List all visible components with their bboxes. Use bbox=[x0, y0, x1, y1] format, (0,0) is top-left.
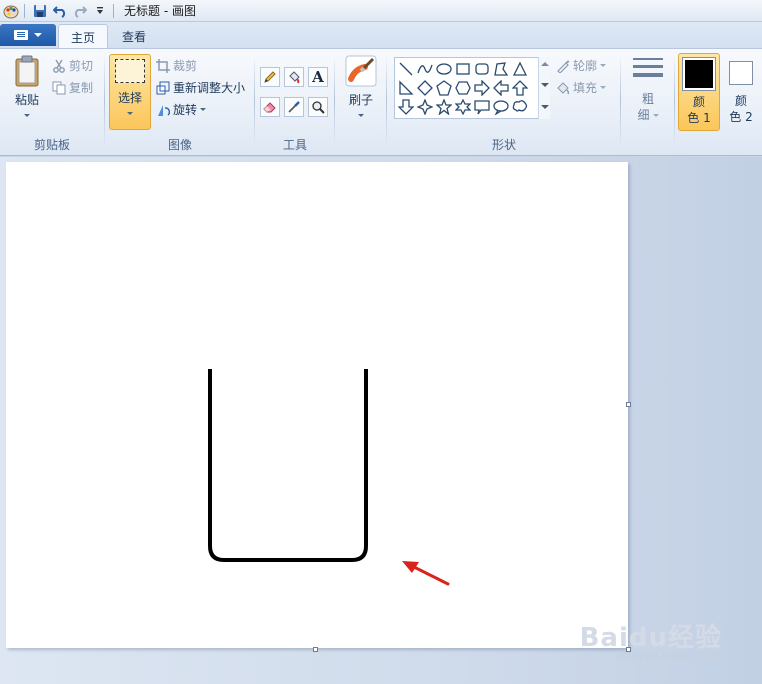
chevron-down-icon bbox=[34, 33, 42, 37]
watermark-url: jingyan.baidu.com bbox=[618, 649, 720, 662]
four-point-star-shape-icon[interactable] bbox=[416, 98, 434, 116]
canvas-workspace: Baidu经验 jingyan.baidu.com bbox=[0, 157, 762, 684]
color1-swatch bbox=[682, 57, 716, 91]
size-button[interactable]: 粗 细 bbox=[628, 55, 668, 123]
oval-shape-icon[interactable] bbox=[435, 60, 453, 78]
hexagon-shape-icon[interactable] bbox=[454, 79, 472, 97]
outline-label: 轮廓 bbox=[573, 59, 598, 73]
ribbon: 粘贴 剪切 复制 剪贴板 选择 裁剪 重新调整大小 旋转 图像 A 工具 刷子 … bbox=[0, 48, 762, 156]
oval-callout-shape-icon[interactable] bbox=[492, 98, 510, 116]
right-triangle-shape-icon[interactable] bbox=[397, 79, 415, 97]
size-dropdown-icon bbox=[652, 113, 659, 117]
fill-label: 填充 bbox=[573, 81, 598, 95]
rounded-rectangle-shape-icon[interactable] bbox=[473, 60, 491, 78]
canvas-resize-handle-bottom[interactable] bbox=[313, 647, 318, 652]
gallery-expand-icon[interactable] bbox=[541, 105, 549, 109]
size-label-line2: 细 bbox=[637, 108, 650, 122]
line-width-icon bbox=[633, 58, 663, 77]
quick-access-separator bbox=[24, 3, 25, 18]
redo-icon[interactable] bbox=[71, 2, 89, 20]
customize-quick-access-icon[interactable] bbox=[91, 2, 109, 20]
save-icon[interactable] bbox=[31, 2, 49, 20]
left-arrow-shape-icon[interactable] bbox=[492, 79, 510, 97]
color2-swatch bbox=[729, 61, 753, 85]
scroll-down-icon[interactable] bbox=[541, 83, 549, 87]
drawn-u-shape bbox=[208, 369, 368, 562]
diamond-shape-icon[interactable] bbox=[416, 79, 434, 97]
title-bar: 无标题 - 画图 bbox=[0, 0, 762, 22]
drawing-canvas[interactable] bbox=[6, 162, 628, 648]
six-point-star-shape-icon[interactable] bbox=[454, 98, 472, 116]
fill-dropdown-icon bbox=[600, 86, 607, 89]
shapes-gallery-scrollbar[interactable] bbox=[538, 57, 550, 119]
color1-button[interactable]: 颜 色 1 bbox=[678, 53, 720, 131]
pentagon-shape-icon[interactable] bbox=[435, 79, 453, 97]
curve-shape-icon[interactable] bbox=[416, 60, 434, 78]
group-separator bbox=[674, 55, 675, 147]
outline-button[interactable]: 轮廓 bbox=[556, 57, 607, 74]
window-title: 无标题 - 画图 bbox=[124, 4, 196, 18]
color2-button[interactable]: 颜 色 2 bbox=[722, 53, 760, 131]
down-arrow-shape-icon[interactable] bbox=[397, 98, 415, 116]
color2-label-line1: 颜 bbox=[734, 94, 747, 108]
size-group: 粗 细 bbox=[622, 49, 674, 155]
color1-label-line1: 颜 bbox=[692, 95, 705, 109]
undo-icon[interactable] bbox=[51, 2, 69, 20]
outline-brush-icon bbox=[557, 59, 570, 73]
shapes-group: 轮廓 填充 形状 bbox=[0, 49, 620, 155]
tab-view[interactable]: 查看 bbox=[110, 24, 158, 48]
scroll-up-icon[interactable] bbox=[541, 62, 549, 66]
cloud-callout-shape-icon[interactable] bbox=[511, 98, 529, 116]
triangle-shape-icon[interactable] bbox=[511, 60, 529, 78]
five-point-star-shape-icon[interactable] bbox=[435, 98, 453, 116]
color1-label-line2: 色 1 bbox=[687, 111, 711, 125]
shapes-gallery bbox=[394, 57, 550, 119]
fill-bucket-small-icon bbox=[557, 81, 570, 94]
title-separator bbox=[113, 3, 114, 18]
rect-callout-shape-icon[interactable] bbox=[473, 98, 491, 116]
group-separator bbox=[620, 55, 621, 147]
tab-home[interactable]: 主页 bbox=[58, 24, 109, 49]
ribbon-tab-row: 主页 查看 bbox=[0, 22, 762, 49]
shapes-group-label: 形状 bbox=[491, 138, 516, 152]
paint-app-icon[interactable] bbox=[2, 2, 20, 20]
right-arrow-shape-icon[interactable] bbox=[473, 79, 491, 97]
rectangle-shape-icon[interactable] bbox=[454, 60, 472, 78]
fill-button[interactable]: 填充 bbox=[556, 79, 607, 96]
canvas-resize-handle-right[interactable] bbox=[626, 402, 631, 407]
document-icon bbox=[14, 30, 28, 40]
size-label-line1: 粗 bbox=[641, 92, 654, 106]
red-arrow-annotation bbox=[402, 561, 450, 586]
color2-label-line2: 色 2 bbox=[729, 110, 753, 124]
paint-menu-button[interactable] bbox=[0, 24, 56, 46]
outline-dropdown-icon bbox=[600, 64, 607, 67]
drawing-layer bbox=[208, 369, 450, 586]
line-shape-icon[interactable] bbox=[397, 60, 415, 78]
up-arrow-shape-icon[interactable] bbox=[511, 79, 529, 97]
polygon-shape-icon[interactable] bbox=[492, 60, 510, 78]
